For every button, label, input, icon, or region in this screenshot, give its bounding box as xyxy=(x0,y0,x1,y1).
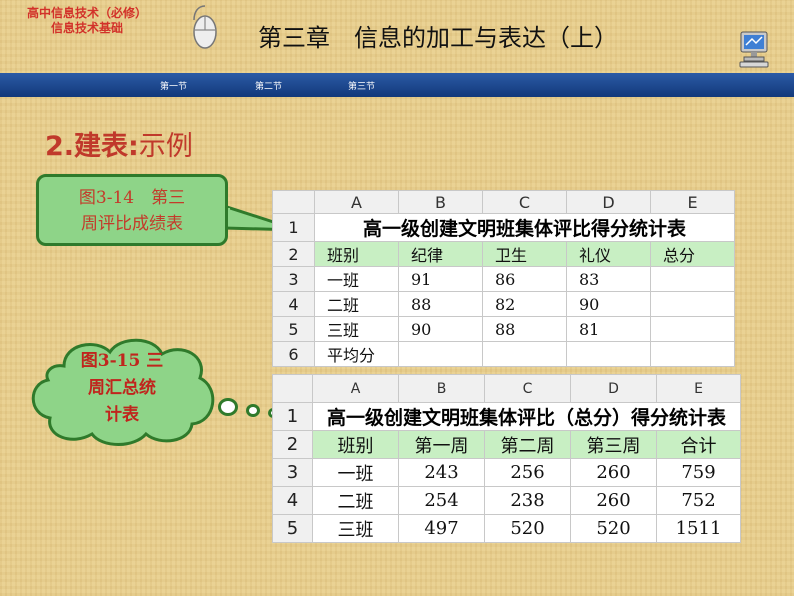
column-header[interactable]: E xyxy=(650,190,735,214)
table-cell[interactable]: 二班 xyxy=(314,291,399,317)
row-header[interactable]: 1 xyxy=(272,213,315,242)
table-cell[interactable]: 1511 xyxy=(656,514,741,543)
course-title: 高中信息技术（必修） 信息技术基础 xyxy=(22,6,152,36)
table-cell[interactable]: 260 xyxy=(570,486,657,515)
table-cell[interactable]: 91 xyxy=(398,266,483,292)
table-cell[interactable]: 三班 xyxy=(314,316,399,342)
table-cell[interactable]: 83 xyxy=(566,266,651,292)
column-header[interactable]: C xyxy=(482,190,567,214)
nav-item-section-1[interactable]: 第一节 xyxy=(160,79,187,92)
column-header[interactable]: A xyxy=(314,190,399,214)
table-cell[interactable]: 平均分 xyxy=(314,341,399,367)
row-header[interactable]: 4 xyxy=(272,291,315,317)
table-cell[interactable]: 520 xyxy=(570,514,657,543)
header-cell[interactable]: 班别 xyxy=(312,430,399,459)
table-cell[interactable]: 759 xyxy=(656,458,741,487)
row-header[interactable]: 5 xyxy=(272,514,313,543)
sheet-title[interactable]: 高一级创建文明班集体评比（总分）得分统计表 xyxy=(312,402,741,431)
section-heading: 2.建表:示例 xyxy=(45,124,193,163)
section-number-label: 2.建表: xyxy=(45,131,139,162)
callout1-line1: 图3-14 第三 xyxy=(78,188,186,208)
table-cell[interactable]: 243 xyxy=(398,458,485,487)
table-cell[interactable]: 256 xyxy=(484,458,571,487)
column-header[interactable]: C xyxy=(484,374,571,403)
section-subtitle: 示例 xyxy=(138,131,193,162)
row-header[interactable]: 2 xyxy=(272,241,315,267)
header-cell[interactable]: 班别 xyxy=(314,241,399,267)
score-sheet-week3: A B C D E 1 高一级创建文明班集体评比得分统计表 2 班别 纪律 卫生… xyxy=(272,190,735,367)
table-cell[interactable]: 88 xyxy=(398,291,483,317)
table-cell[interactable] xyxy=(650,316,735,342)
table-cell[interactable] xyxy=(650,341,735,367)
table-cell[interactable]: 90 xyxy=(566,291,651,317)
table-cell[interactable]: 82 xyxy=(482,291,567,317)
callout2-line3: 计表 xyxy=(105,405,139,425)
table-cell[interactable]: 254 xyxy=(398,486,485,515)
table-cell[interactable]: 二班 xyxy=(312,486,399,515)
header-cell[interactable]: 总分 xyxy=(650,241,735,267)
table-cell[interactable]: 一班 xyxy=(312,458,399,487)
computer-icon[interactable] xyxy=(738,30,770,68)
header-cell[interactable]: 礼仪 xyxy=(566,241,651,267)
callout2-line2: 周汇总统 xyxy=(88,378,156,398)
course-title-line1: 高中信息技术（必修） xyxy=(26,6,147,20)
row-header[interactable]: 4 xyxy=(272,486,313,515)
row-header[interactable]: 6 xyxy=(272,341,315,367)
row-header[interactable]: 1 xyxy=(272,402,313,431)
header-cell[interactable]: 卫生 xyxy=(482,241,567,267)
table-cell[interactable]: 752 xyxy=(656,486,741,515)
table-cell[interactable] xyxy=(398,341,483,367)
column-header[interactable]: E xyxy=(656,374,741,403)
figure-3-14-callout: 图3-14 第三 周评比成绩表 xyxy=(36,174,228,246)
section-nav-bar: 第一节 第二节 第三节 xyxy=(0,73,794,97)
sheet-corner[interactable] xyxy=(272,190,315,214)
course-title-line2: 信息技术基础 xyxy=(50,21,123,35)
table-cell[interactable]: 86 xyxy=(482,266,567,292)
chapter-title: 第三章 信息的加工与表达（上） xyxy=(258,24,618,52)
header-cell[interactable]: 合计 xyxy=(656,430,741,459)
table-cell[interactable]: 81 xyxy=(566,316,651,342)
table-cell[interactable]: 260 xyxy=(570,458,657,487)
column-header[interactable]: D xyxy=(570,374,657,403)
column-header[interactable]: B xyxy=(398,190,483,214)
column-header[interactable]: D xyxy=(566,190,651,214)
mouse-icon xyxy=(193,5,217,49)
header-cell[interactable]: 第二周 xyxy=(484,430,571,459)
table-cell[interactable]: 三班 xyxy=(312,514,399,543)
sheet-corner[interactable] xyxy=(272,374,313,403)
table-cell[interactable]: 238 xyxy=(484,486,571,515)
summary-sheet-three-weeks: A B C D E 1 高一级创建文明班集体评比（总分）得分统计表 2 班别 第… xyxy=(272,374,741,543)
table-cell[interactable]: 90 xyxy=(398,316,483,342)
row-header[interactable]: 3 xyxy=(272,458,313,487)
header-cell[interactable]: 第三周 xyxy=(570,430,657,459)
row-header[interactable]: 2 xyxy=(272,430,313,459)
nav-item-section-3[interactable]: 第三节 xyxy=(348,79,375,92)
nav-item-section-2[interactable]: 第二节 xyxy=(255,79,282,92)
table-cell[interactable] xyxy=(482,341,567,367)
table-cell[interactable]: 497 xyxy=(398,514,485,543)
table-cell[interactable]: 一班 xyxy=(314,266,399,292)
header-cell[interactable]: 纪律 xyxy=(398,241,483,267)
thought-bubble-medium xyxy=(246,404,260,417)
row-header[interactable]: 5 xyxy=(272,316,315,342)
table-cell[interactable] xyxy=(566,341,651,367)
table-cell[interactable]: 88 xyxy=(482,316,567,342)
callout2-line1: 图3-15 三 xyxy=(80,351,164,371)
column-header[interactable]: B xyxy=(398,374,485,403)
thought-bubble-large xyxy=(218,398,238,416)
column-header[interactable]: A xyxy=(312,374,399,403)
header-cell[interactable]: 第一周 xyxy=(398,430,485,459)
sheet-title[interactable]: 高一级创建文明班集体评比得分统计表 xyxy=(314,213,735,242)
table-cell[interactable] xyxy=(650,291,735,317)
row-header[interactable]: 3 xyxy=(272,266,315,292)
table-cell[interactable] xyxy=(650,266,735,292)
callout2-text: 图3-15 三 周汇总统 计表 xyxy=(58,348,186,429)
callout1-line2: 周评比成绩表 xyxy=(81,214,183,234)
table-cell[interactable]: 520 xyxy=(484,514,571,543)
